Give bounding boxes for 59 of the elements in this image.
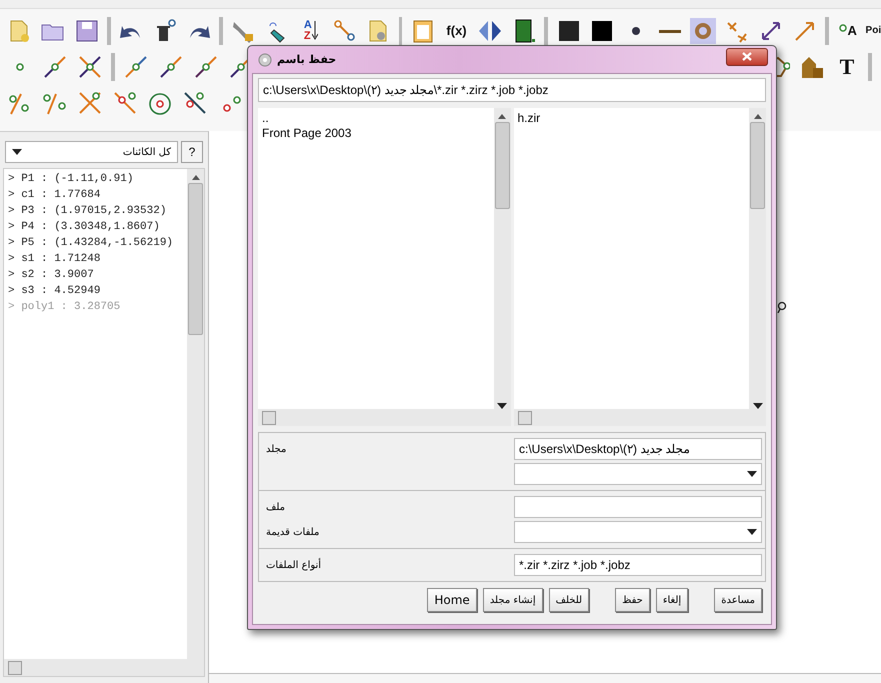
object-entry[interactable]: > s3 : 4.52949 [4,283,187,299]
object-entry[interactable]: > c1 : 1.77684 [4,187,187,203]
object-entry[interactable]: > P4 : (3.30348,1.8607) [4,219,187,235]
dialog-button[interactable]: حفظ [615,588,650,612]
dropdown-caret-icon[interactable] [12,149,22,155]
file-name-field[interactable] [514,496,762,518]
bisector-icon[interactable] [112,90,138,116]
object-entry[interactable]: > P5 : (1.43284,-1.56219) [4,235,187,251]
close-icon[interactable] [742,52,752,61]
text-tool-icon[interactable]: T [840,54,854,80]
close-button[interactable] [726,48,768,66]
old-files-label: ملفات قديمة [265,526,320,538]
list-entry[interactable]: h.zir [518,111,745,126]
scroll-up-icon[interactable] [498,114,506,119]
segment-icon[interactable] [158,54,184,80]
file-types-label: أنواع الملفات [265,560,322,570]
function-label[interactable]: f(x) [446,23,467,38]
horizontal-scrollbar[interactable] [514,409,766,426]
folder-label: مجلد [265,444,288,454]
line-points-icon[interactable] [123,54,149,80]
dialog-title: حفظ باسم [277,53,338,66]
point-marker-icon [777,301,787,313]
list-entry[interactable]: Front Page 2003 [262,126,490,141]
horizontal-scrollbar[interactable] [258,409,510,426]
dialog-button[interactable]: مساعدة [714,588,762,612]
file-types-field[interactable]: *.zir *.zirz *.job *.jobz [514,554,762,576]
crossing-lines-icon[interactable] [77,90,103,116]
scroll-up-icon[interactable] [192,175,200,180]
line-icon[interactable] [182,90,208,116]
dialog-button[interactable]: إنشاء مجلد [482,588,543,612]
path-field[interactable]: c:\Users\x\Desktop\مجلد جديد (٢)\*.zir *.zirz *.job *.jobz [258,78,766,102]
object-entry[interactable]: > P3 : (1.97015,2.93532) [4,203,187,219]
scrollbar-thumb[interactable] [494,122,510,209]
object-entry[interactable]: > s1 : 1.71248 [4,251,187,267]
segment-icon[interactable] [42,54,68,80]
object-entry[interactable]: > s2 : 3.9007 [4,267,187,283]
scrollbar-thumb[interactable] [750,122,765,209]
scrollbar-thumb[interactable] [188,183,203,335]
object-entry[interactable]: > P1 : (-1.11,0.91) [4,171,187,187]
dialog-button[interactable]: للخلف [548,588,590,612]
file-label: ملف [265,502,286,512]
ray-icon[interactable] [193,54,219,80]
horizontal-scrollbar[interactable] [4,659,204,676]
help-button[interactable]: ? [181,141,203,163]
dialog-button[interactable]: إلغاء [656,588,688,612]
vertical-scrollbar[interactable] [187,169,204,659]
list-entry[interactable]: .. [262,111,490,126]
dropdown-caret-icon[interactable] [747,529,757,535]
scroll-up-icon[interactable] [754,114,762,119]
folder-field[interactable]: c:\Users\x\Desktop\مجلد جديد (٢) [514,438,762,460]
vertical-scrollbar[interactable] [749,108,766,409]
dropdown-caret-icon[interactable] [747,471,757,477]
object-filter-dropdown[interactable]: كل الكائنات [5,141,178,163]
ring-icon[interactable] [690,18,716,44]
toolbar-label[interactable]: Poi [866,25,881,36]
intersection-icon[interactable] [77,54,103,80]
disc-icon [258,52,272,66]
vertical-scrollbar[interactable] [494,108,510,409]
dialog-button[interactable]: Home [427,588,477,612]
